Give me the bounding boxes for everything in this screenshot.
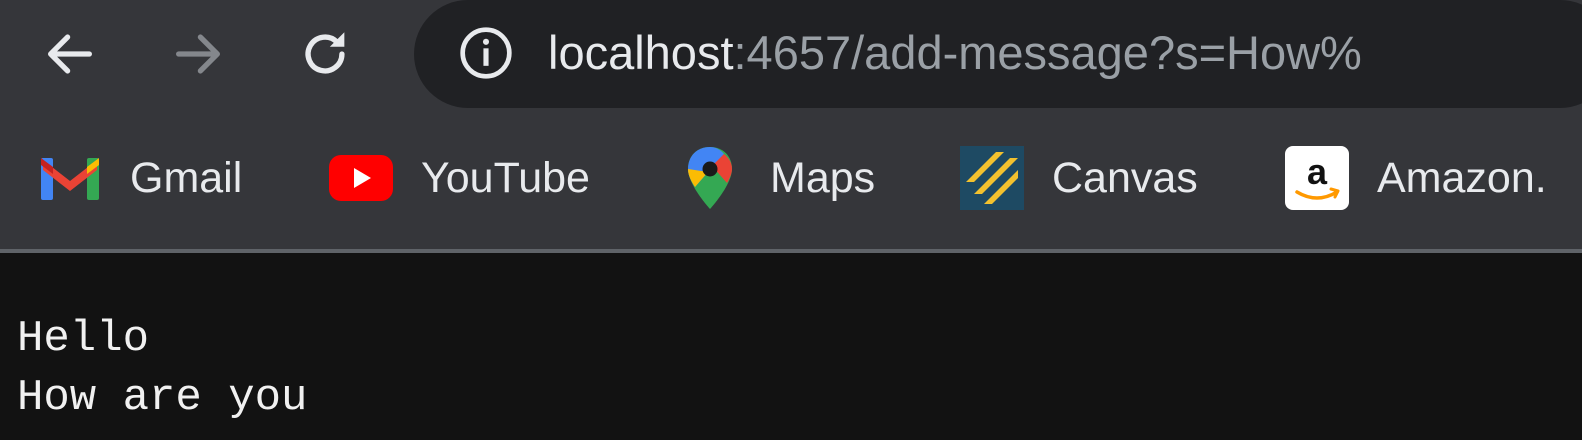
youtube-icon xyxy=(327,144,395,212)
reload-button[interactable] xyxy=(289,18,361,90)
gmail-icon xyxy=(36,144,104,212)
bookmarks-bar: Gmail YouTube Maps Canvas a Amazon. xyxy=(0,113,1582,249)
message-line: How are you xyxy=(17,373,308,423)
bookmark-maps[interactable]: Maps xyxy=(676,143,875,213)
info-icon[interactable] xyxy=(458,25,514,81)
maps-icon xyxy=(676,144,744,212)
page-content: Hello How are you xyxy=(0,253,1582,440)
url-text[interactable]: localhost:4657/add-message?s=How% xyxy=(548,22,1362,84)
bookmark-amazon[interactable]: a Amazon. xyxy=(1283,143,1547,213)
bookmark-gmail[interactable]: Gmail xyxy=(36,143,242,213)
back-button[interactable] xyxy=(34,18,106,90)
browser-toolbar: localhost:4657/add-message?s=How% xyxy=(0,0,1582,113)
bookmark-label: YouTube xyxy=(421,153,590,202)
back-arrow-icon xyxy=(48,34,92,74)
reload-icon xyxy=(305,32,345,74)
bookmark-label: Maps xyxy=(770,153,876,202)
bookmark-youtube[interactable]: YouTube xyxy=(327,143,590,213)
amazon-icon: a xyxy=(1283,144,1351,212)
url-path: :4657/add-message?s=How% xyxy=(733,26,1362,79)
bookmark-label: Gmail xyxy=(130,153,243,202)
forward-arrow-icon xyxy=(176,34,220,74)
message-line: Hello xyxy=(17,314,150,364)
svg-text:a: a xyxy=(1307,151,1328,192)
forward-button[interactable] xyxy=(162,18,234,90)
canvas-icon xyxy=(958,144,1026,212)
address-bar[interactable]: localhost:4657/add-message?s=How% xyxy=(414,0,1582,108)
bookmark-label: Amazon. xyxy=(1377,153,1547,202)
bookmark-label: Canvas xyxy=(1052,153,1198,202)
url-host: localhost xyxy=(548,26,734,79)
bookmark-canvas[interactable]: Canvas xyxy=(958,143,1198,213)
